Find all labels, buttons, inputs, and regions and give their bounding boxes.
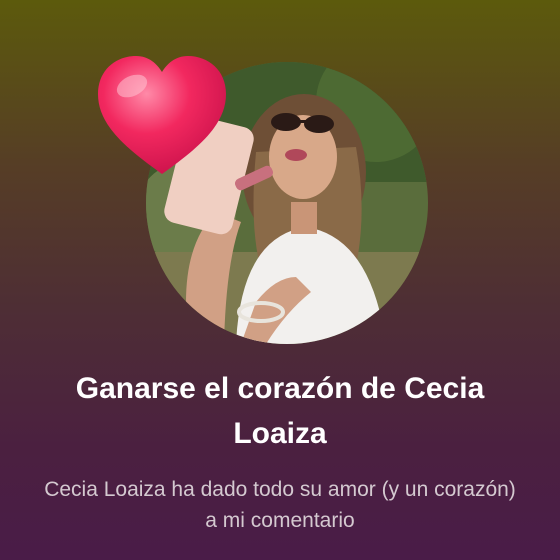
- achievement-card: Ganarse el corazón de Cecia Loaiza Cecia…: [0, 0, 560, 560]
- achievement-title: Ganarse el corazón de Cecia Loaiza: [75, 372, 485, 450]
- achievement-message: Cecia Loaiza ha dado todo su amor (y un …: [44, 478, 516, 532]
- heart-icon: [94, 52, 230, 180]
